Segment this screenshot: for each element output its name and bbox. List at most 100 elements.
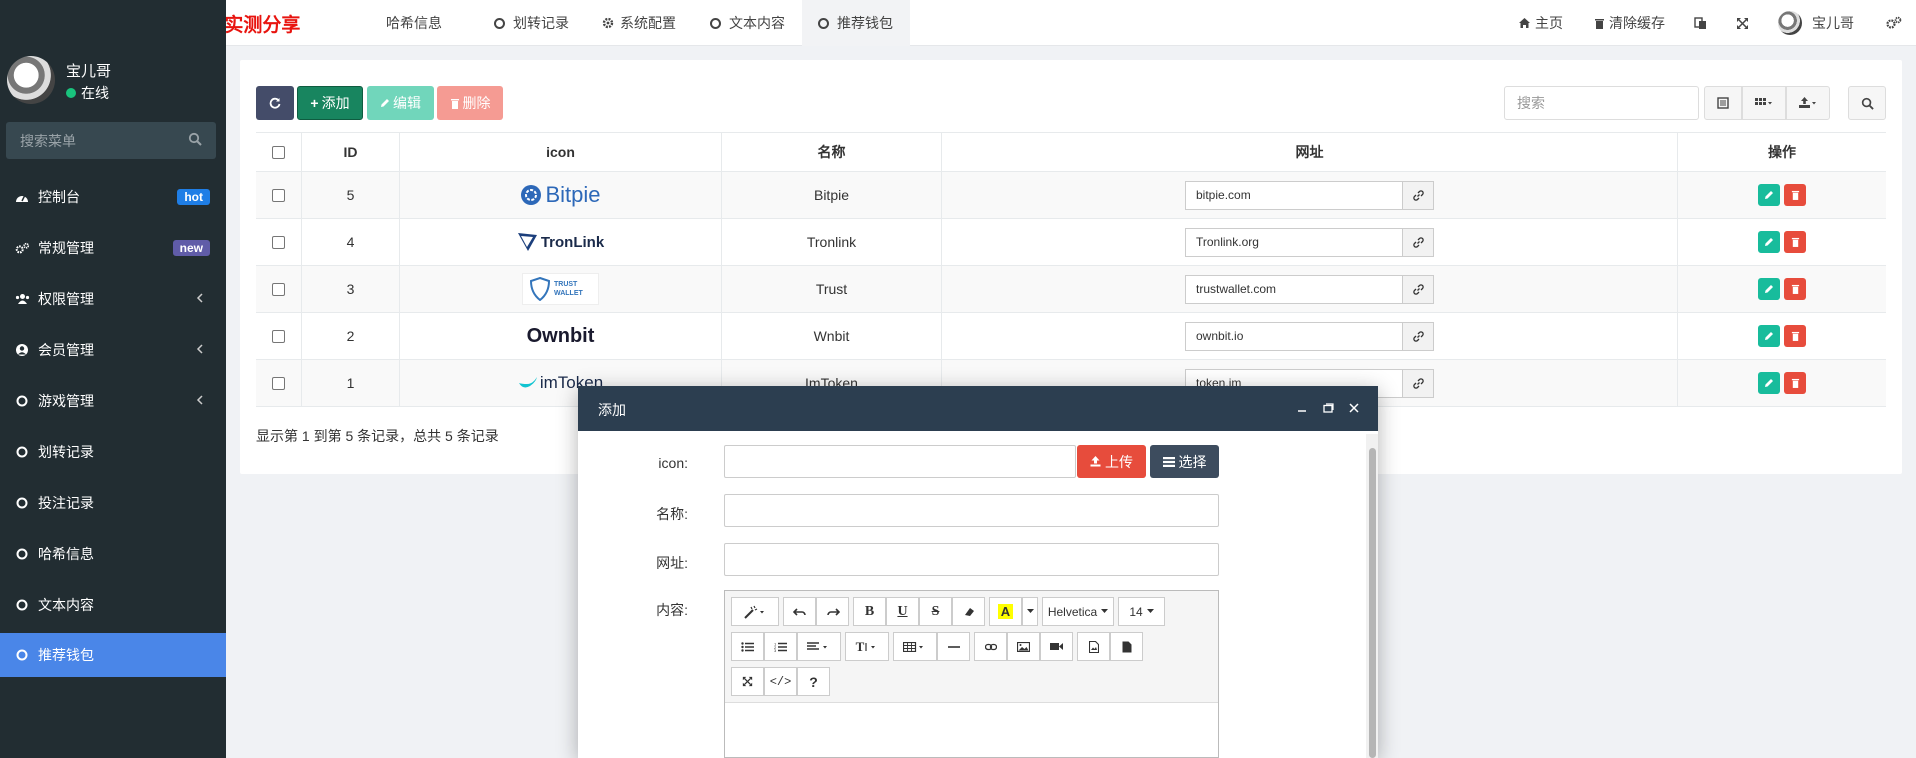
sidebar-item-text-content[interactable]: 文本内容	[0, 583, 226, 627]
row-edit-button[interactable]	[1758, 278, 1780, 300]
sidebar-item-label: 常规管理	[38, 240, 94, 256]
url-group: bitpie.com	[1185, 180, 1434, 210]
row-edit-button[interactable]	[1758, 325, 1780, 347]
strikethrough-icon[interactable]: S	[919, 597, 952, 626]
refresh-button[interactable]	[256, 86, 294, 120]
minimize-icon[interactable]	[1294, 400, 1310, 416]
columns-dropdown[interactable]	[1742, 86, 1786, 120]
paragraph-align-icon[interactable]	[797, 632, 841, 661]
link-icon[interactable]	[1403, 227, 1434, 257]
dialog-scrollbar[interactable]	[1366, 434, 1378, 758]
user-status: 在线	[66, 83, 109, 103]
row-edit-button[interactable]	[1758, 372, 1780, 394]
line-height-icon[interactable]: T	[845, 632, 889, 661]
delete-button[interactable]: 删除	[437, 86, 503, 120]
horizontal-rule-icon[interactable]	[937, 632, 970, 661]
bold-icon[interactable]: B	[853, 597, 886, 626]
toggle-view-button[interactable]	[1704, 86, 1742, 120]
link-icon[interactable]	[1403, 368, 1434, 398]
file-image-icon[interactable]	[1077, 632, 1110, 661]
undo-icon[interactable]	[783, 597, 816, 626]
advanced-search-button[interactable]	[1848, 86, 1886, 120]
menu-search-input[interactable]	[6, 122, 176, 159]
tab-hash-info[interactable]: 哈希信息	[372, 0, 482, 46]
row-edit-button[interactable]	[1758, 231, 1780, 253]
sidebar-item-games[interactable]: 游戏管理	[0, 379, 226, 423]
row-checkbox[interactable]	[272, 329, 285, 343]
scrollbar-thumb[interactable]	[1369, 448, 1376, 758]
chevron-down-icon[interactable]	[1022, 597, 1038, 626]
url-field[interactable]: Tronlink.org	[1185, 227, 1403, 257]
choose-button[interactable]: 选择	[1150, 445, 1219, 478]
redo-icon[interactable]	[816, 597, 849, 626]
maximize-icon[interactable]	[1320, 400, 1336, 416]
home-link[interactable]: 主页	[1518, 0, 1563, 46]
tab-transfer-records[interactable]: 划转记录	[482, 0, 592, 46]
magic-wand-icon[interactable]	[731, 597, 779, 626]
icon-input[interactable]	[724, 445, 1076, 478]
row-checkbox[interactable]	[272, 235, 285, 249]
tab-text-content[interactable]: 文本内容	[702, 0, 802, 46]
sidebar-item-general[interactable]: 常规管理 new	[0, 226, 226, 270]
clear-cache-button[interactable]: 清除缓存	[1594, 0, 1665, 46]
sidebar-item-bet-records[interactable]: 投注记录	[0, 481, 226, 525]
select-all-checkbox[interactable]	[272, 145, 285, 159]
link-icon[interactable]	[1403, 321, 1434, 351]
url-field[interactable]: trustwallet.com	[1185, 274, 1403, 304]
image-icon[interactable]	[1007, 632, 1040, 661]
translate-icon[interactable]	[1694, 0, 1707, 46]
dialog-header[interactable]: 添加	[578, 386, 1378, 431]
fullscreen-icon[interactable]	[1736, 0, 1749, 46]
unordered-list-icon[interactable]	[731, 632, 764, 661]
text-color-icon[interactable]: A	[989, 597, 1022, 626]
tab-recommended-wallet[interactable]: 推荐钱包	[802, 0, 910, 46]
clear-cache-label: 清除缓存	[1609, 15, 1665, 31]
row-delete-button[interactable]	[1784, 278, 1806, 300]
underline-icon[interactable]: U	[886, 597, 919, 626]
header-id[interactable]: ID	[302, 133, 400, 171]
row-delete-button[interactable]	[1784, 372, 1806, 394]
tab-system-config[interactable]: 系统配置	[592, 0, 702, 46]
sidebar-item-hash-info[interactable]: 哈希信息	[0, 532, 226, 576]
url-input[interactable]	[724, 543, 1219, 576]
table-search-input[interactable]	[1504, 86, 1699, 120]
fullscreen-icon[interactable]	[731, 667, 764, 696]
sidebar-item-dashboard[interactable]: 控制台 hot	[0, 175, 226, 219]
row-checkbox[interactable]	[272, 188, 285, 202]
row-delete-button[interactable]	[1784, 231, 1806, 253]
settings-cogs-icon[interactable]	[1886, 0, 1902, 46]
eraser-icon[interactable]	[952, 597, 985, 626]
ordered-list-icon[interactable]: 123	[764, 632, 797, 661]
upload-button[interactable]: 上传	[1077, 445, 1146, 478]
link-icon[interactable]	[1403, 180, 1434, 210]
link-icon[interactable]	[1403, 274, 1434, 304]
row-delete-button[interactable]	[1784, 184, 1806, 206]
edit-button[interactable]: 编辑	[367, 86, 434, 120]
search-icon[interactable]	[188, 132, 202, 146]
export-dropdown[interactable]	[1786, 86, 1830, 120]
url-field[interactable]: bitpie.com	[1185, 180, 1403, 210]
row-checkbox[interactable]	[272, 376, 285, 390]
row-icon-cell: TronLink	[400, 219, 722, 265]
link-icon[interactable]	[974, 632, 1007, 661]
sidebar-item-transfer-records[interactable]: 划转记录	[0, 430, 226, 474]
add-button[interactable]: + 添加	[297, 86, 363, 120]
font-family-select[interactable]: Helvetica	[1042, 597, 1114, 626]
file-icon[interactable]	[1110, 632, 1143, 661]
name-label: 名称:	[656, 506, 688, 522]
row-edit-button[interactable]	[1758, 184, 1780, 206]
help-icon[interactable]: ?	[797, 667, 830, 696]
sidebar-item-members[interactable]: 会员管理	[0, 328, 226, 372]
code-view-icon[interactable]: </>	[764, 667, 797, 696]
url-field[interactable]: ownbit.io	[1185, 321, 1403, 351]
close-icon[interactable]	[1346, 400, 1362, 416]
user-menu[interactable]: 宝儿哥	[1778, 0, 1854, 46]
sidebar-item-recommended-wallet[interactable]: 推荐钱包	[0, 633, 226, 677]
font-size-select[interactable]: 14	[1118, 597, 1165, 626]
name-input[interactable]	[724, 494, 1219, 527]
sidebar-item-permissions[interactable]: 权限管理	[0, 277, 226, 321]
row-delete-button[interactable]	[1784, 325, 1806, 347]
row-checkbox[interactable]	[272, 282, 285, 296]
table-icon[interactable]	[893, 632, 937, 661]
video-icon[interactable]	[1040, 632, 1073, 661]
